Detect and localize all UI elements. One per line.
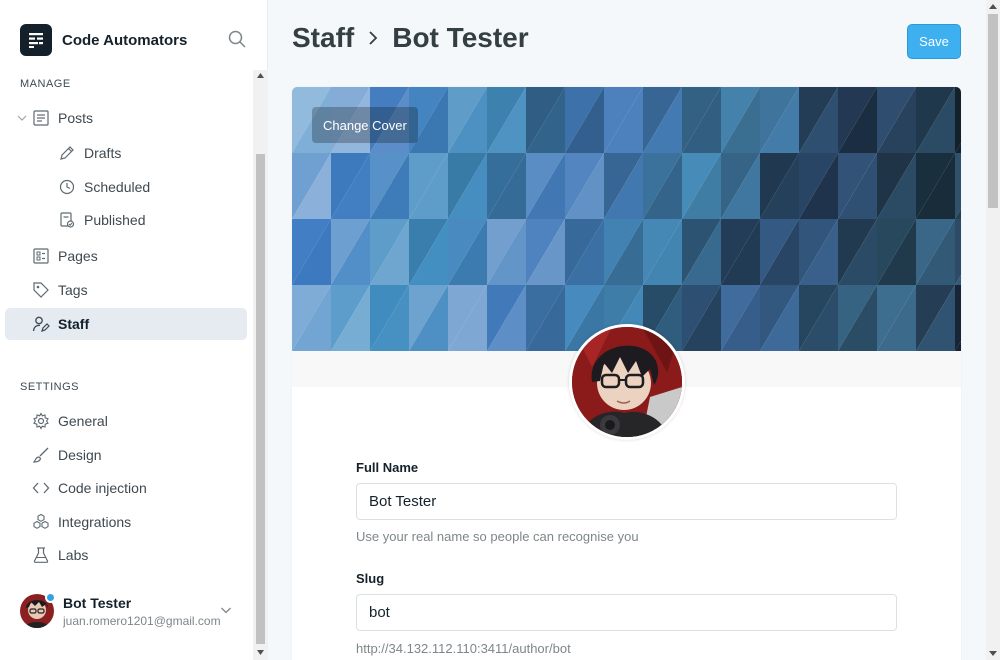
published-icon [58, 211, 76, 229]
sidebar-item-label: Published [84, 212, 146, 228]
brand[interactable]: Code Automators [20, 24, 187, 56]
sidebar-item-general[interactable]: General [32, 405, 247, 437]
posts-icon [32, 109, 50, 127]
sidebar-item-label: Posts [58, 110, 94, 126]
gear-icon [32, 412, 50, 430]
chevron-right-icon [369, 31, 378, 45]
sidebar-item-label: General [58, 413, 108, 429]
breadcrumb: Staff Bot Tester [292, 22, 529, 54]
user-name: Bot Tester [63, 594, 132, 611]
online-status-dot [45, 592, 56, 603]
slug-url-hint: http://34.132.112.110:3411/author/bot [356, 641, 571, 656]
sidebar-item-integrations[interactable]: Integrations [32, 506, 247, 538]
full-name-hint: Use your real name so people can recogni… [356, 529, 639, 544]
cover-facet [955, 219, 961, 285]
code-icon [32, 479, 50, 497]
manage-section-label: MANAGE [20, 78, 71, 90]
main-content: Staff Bot Tester Save Change Cover Full … [268, 0, 986, 660]
slug-input[interactable]: bot [356, 594, 897, 631]
full-name-label: Full Name [356, 460, 419, 475]
pencil-icon [58, 144, 76, 162]
cover-facet [955, 87, 961, 153]
integrations-icon [32, 513, 50, 531]
full-name-input[interactable]: Bot Tester [356, 483, 897, 520]
change-cover-button[interactable]: Change Cover [312, 107, 418, 143]
profile-card: Change Cover Full Name Bot Tester Use yo… [292, 87, 961, 660]
tag-icon [32, 281, 50, 299]
sidebar-item-tags[interactable]: Tags [32, 274, 247, 306]
save-button[interactable]: Save [907, 24, 961, 59]
scroll-up-arrow-icon[interactable] [256, 72, 265, 80]
brand-title: Code Automators [62, 31, 188, 49]
sidebar-item-labs[interactable]: Labs [32, 539, 247, 571]
pages-icon [32, 247, 50, 265]
brand-logo-icon [20, 24, 52, 56]
sidebar-item-label: Integrations [58, 514, 132, 530]
cover-facet [955, 153, 961, 219]
full-name-field: Full Name Bot Tester Use your real name … [356, 460, 897, 544]
chevron-down-icon[interactable] [16, 112, 28, 124]
profile-avatar[interactable] [569, 324, 685, 440]
sidebar-item-design[interactable]: Design [32, 439, 247, 471]
sidebar-item-label: Code injection [58, 480, 147, 496]
sidebar-item-drafts[interactable]: Drafts [58, 137, 247, 169]
sidebar-item-label: Tags [58, 282, 88, 298]
brush-icon [32, 446, 50, 464]
sidebar-item-pages[interactable]: Pages [32, 240, 247, 272]
sidebar: Code Automators MANAGE Posts Drafts Sche… [0, 0, 268, 660]
sidebar-item-code-injection[interactable]: Code injection [32, 472, 247, 504]
sidebar-item-label: Design [58, 447, 102, 463]
search-icon[interactable] [228, 30, 248, 50]
sidebar-nav: MANAGE Posts Drafts Scheduled Published … [0, 70, 253, 590]
sidebar-item-scheduled[interactable]: Scheduled [58, 171, 247, 203]
scroll-down-arrow-icon[interactable] [256, 648, 265, 656]
staff-icon [32, 315, 50, 333]
main-scrollbar-thumb[interactable] [988, 14, 998, 208]
settings-section-label: SETTINGS [20, 381, 80, 393]
slug-label: Slug [356, 571, 385, 586]
breadcrumb-staff-link[interactable]: Staff [292, 22, 354, 54]
main-scrollbar[interactable] [986, 0, 1000, 660]
page-title: Bot Tester [392, 22, 529, 53]
sidebar-scrollbar[interactable] [253, 70, 268, 660]
sidebar-scrollbar-thumb[interactable] [256, 154, 265, 644]
user-menu[interactable]: Bot Tester juan.romero1201@gmail.com [20, 590, 250, 632]
sidebar-item-label: Drafts [84, 145, 122, 161]
chevron-down-icon[interactable] [220, 604, 232, 616]
flask-icon [32, 546, 50, 564]
sidebar-item-staff[interactable]: Staff [5, 308, 247, 340]
sidebar-item-label: Labs [58, 547, 89, 563]
cover-facet [955, 285, 961, 351]
scroll-down-arrow-icon[interactable] [988, 649, 998, 657]
sidebar-item-label: Staff [58, 316, 90, 332]
sidebar-item-published[interactable]: Published [58, 204, 247, 236]
clock-icon [58, 178, 76, 196]
user-email: juan.romero1201@gmail.com [63, 613, 221, 628]
slug-field: Slug bot http://34.132.112.110:3411/auth… [356, 571, 897, 656]
sidebar-item-label: Pages [58, 248, 98, 264]
sidebar-item-posts[interactable]: Posts [32, 102, 247, 134]
sidebar-item-label: Scheduled [84, 179, 151, 195]
scroll-up-arrow-icon[interactable] [988, 3, 998, 11]
